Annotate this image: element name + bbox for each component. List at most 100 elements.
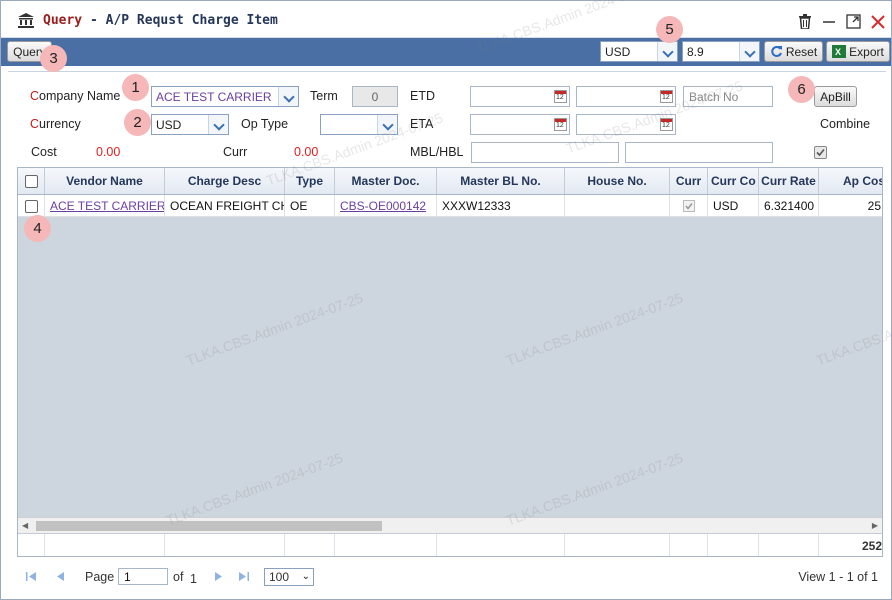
scrollbar-thumb[interactable] bbox=[36, 521, 382, 531]
col-vendor-name[interactable]: Vendor Name bbox=[45, 168, 165, 194]
etd-to-input[interactable] bbox=[576, 86, 676, 107]
reset-button[interactable]: Reset bbox=[764, 41, 823, 62]
footer-cell bbox=[670, 534, 708, 556]
currency-select-value: USD bbox=[605, 44, 631, 59]
table-row[interactable]: ACE TEST CARRIER OCEAN FREIGHT CH OE CBS… bbox=[18, 195, 882, 217]
apbill-button-label: ApBill bbox=[820, 89, 851, 104]
chevron-down-icon bbox=[657, 42, 677, 61]
hbl-input[interactable] bbox=[625, 142, 773, 163]
combine-checkbox[interactable] bbox=[814, 146, 827, 159]
cost-label: Cost bbox=[31, 145, 57, 159]
export-button[interactable]: X Export bbox=[826, 41, 890, 62]
term-input: 0 bbox=[352, 86, 398, 107]
vendor-name-cell: ACE TEST CARRIER bbox=[45, 195, 165, 217]
bank-icon bbox=[18, 13, 34, 28]
op-type-label: Op Type bbox=[241, 117, 289, 131]
prev-page-icon[interactable] bbox=[55, 571, 65, 582]
close-icon[interactable] bbox=[871, 14, 885, 29]
refresh-icon bbox=[771, 46, 782, 57]
currency-select[interactable]: USD bbox=[600, 41, 678, 62]
annotation-badge-2: 2 bbox=[124, 109, 151, 136]
col-curr-co[interactable]: Curr Co bbox=[708, 168, 759, 194]
title-label: - A/P Requst Charge Item bbox=[82, 13, 278, 28]
grid-header: Vendor Name Charge Desc Type Master Doc.… bbox=[18, 168, 882, 195]
footer-cell bbox=[18, 534, 45, 556]
company-name-select[interactable]: ACE TEST CARRIER bbox=[151, 86, 299, 107]
eta-to-input[interactable] bbox=[576, 114, 676, 135]
rate-select-value: 8.9 bbox=[687, 44, 704, 59]
master-doc-cell: CBS-OE000142 bbox=[335, 195, 437, 217]
curr-label: Curr bbox=[223, 145, 248, 159]
select-all-cell bbox=[18, 168, 45, 194]
chevron-down-icon bbox=[278, 87, 298, 106]
apbill-button[interactable]: ApBill bbox=[814, 86, 857, 107]
title-query: Query bbox=[43, 13, 83, 28]
etd-label: ETD bbox=[410, 89, 435, 103]
page-label: Page bbox=[85, 570, 115, 584]
company-name-value: ACE TEST CARRIER bbox=[156, 89, 272, 104]
excel-icon: X bbox=[832, 45, 847, 58]
op-type-select[interactable] bbox=[320, 114, 398, 135]
mbl-input[interactable] bbox=[471, 142, 619, 163]
first-page-icon[interactable] bbox=[25, 571, 37, 582]
annotation-badge-4: 4 bbox=[24, 215, 51, 242]
chevron-down-icon bbox=[739, 42, 759, 61]
annotation-badge-6: 6 bbox=[788, 76, 815, 103]
pager: Page 1 of 1 100 ⌄ View 1 - 1 of 1 bbox=[17, 561, 883, 593]
minimize-icon[interactable] bbox=[822, 14, 836, 29]
calendar-icon[interactable] bbox=[554, 118, 567, 131]
calendar-icon[interactable] bbox=[554, 90, 567, 103]
footer-cell bbox=[437, 534, 565, 556]
master-doc-link[interactable]: CBS-OE000142 bbox=[340, 199, 426, 213]
row-select-cell bbox=[18, 195, 45, 217]
form-currency-select[interactable]: USD bbox=[151, 114, 229, 135]
col-type[interactable]: Type bbox=[285, 168, 335, 194]
footer-total: 252 bbox=[861, 538, 882, 553]
check-icon bbox=[684, 203, 693, 210]
eta-from-input[interactable] bbox=[470, 114, 570, 135]
horizontal-scrollbar[interactable]: ◀ ▶ bbox=[18, 517, 882, 533]
col-ap-cost[interactable]: Ap Cos bbox=[819, 168, 882, 194]
page-input[interactable]: 1 bbox=[118, 568, 168, 585]
col-curr-rate[interactable]: Curr Rate bbox=[759, 168, 819, 194]
curr-checkbox bbox=[682, 200, 695, 212]
footer-cell bbox=[565, 534, 670, 556]
master-bl-cell: XXXW12333 bbox=[437, 195, 565, 217]
col-charge-desc[interactable]: Charge Desc bbox=[165, 168, 285, 194]
maximize-icon[interactable] bbox=[846, 14, 861, 29]
currency-label: Currency bbox=[30, 117, 81, 131]
calendar-icon[interactable] bbox=[660, 90, 673, 103]
col-master-doc[interactable]: Master Doc. bbox=[335, 168, 437, 194]
scroll-left-icon[interactable]: ◀ bbox=[22, 521, 28, 530]
cost-value: 0.00 bbox=[96, 145, 121, 159]
rate-select[interactable]: 8.9 bbox=[682, 41, 760, 62]
calendar-icon[interactable] bbox=[660, 118, 673, 131]
page-size-select[interactable]: 100 ⌄ bbox=[264, 568, 314, 586]
col-house-no[interactable]: House No. bbox=[565, 168, 670, 194]
last-page-icon[interactable] bbox=[238, 571, 250, 582]
trash-icon[interactable] bbox=[798, 14, 812, 29]
house-no-cell bbox=[565, 195, 670, 217]
ap-cost-cell: 25 bbox=[819, 195, 882, 217]
check-icon bbox=[816, 148, 825, 157]
form-currency-value: USD bbox=[156, 117, 182, 132]
curr-value: 0.00 bbox=[294, 145, 319, 159]
col-curr[interactable]: Curr bbox=[670, 168, 708, 194]
col-master-bl[interactable]: Master BL No. bbox=[437, 168, 565, 194]
type-cell: OE bbox=[285, 195, 335, 217]
scroll-right-icon[interactable]: ▶ bbox=[872, 521, 878, 530]
etd-from-input[interactable] bbox=[470, 86, 570, 107]
footer-cell bbox=[708, 534, 759, 556]
select-all-checkbox[interactable] bbox=[24, 174, 38, 188]
footer-cell bbox=[165, 534, 285, 556]
annotation-badge-5: 5 bbox=[656, 16, 683, 43]
term-label: Term bbox=[310, 89, 338, 103]
next-page-icon[interactable] bbox=[214, 571, 224, 582]
vendor-name-link[interactable]: ACE TEST CARRIER bbox=[50, 199, 164, 213]
chevron-down-icon: ⌄ bbox=[301, 571, 310, 582]
ap-request-window: Query - A/P Requst Charge Item Query USD… bbox=[0, 0, 892, 600]
row-checkbox[interactable] bbox=[24, 199, 38, 213]
batch-no-input[interactable]: Batch No bbox=[683, 86, 773, 107]
of-label: of bbox=[173, 570, 184, 584]
grid-footer-row: 252 bbox=[18, 533, 882, 556]
